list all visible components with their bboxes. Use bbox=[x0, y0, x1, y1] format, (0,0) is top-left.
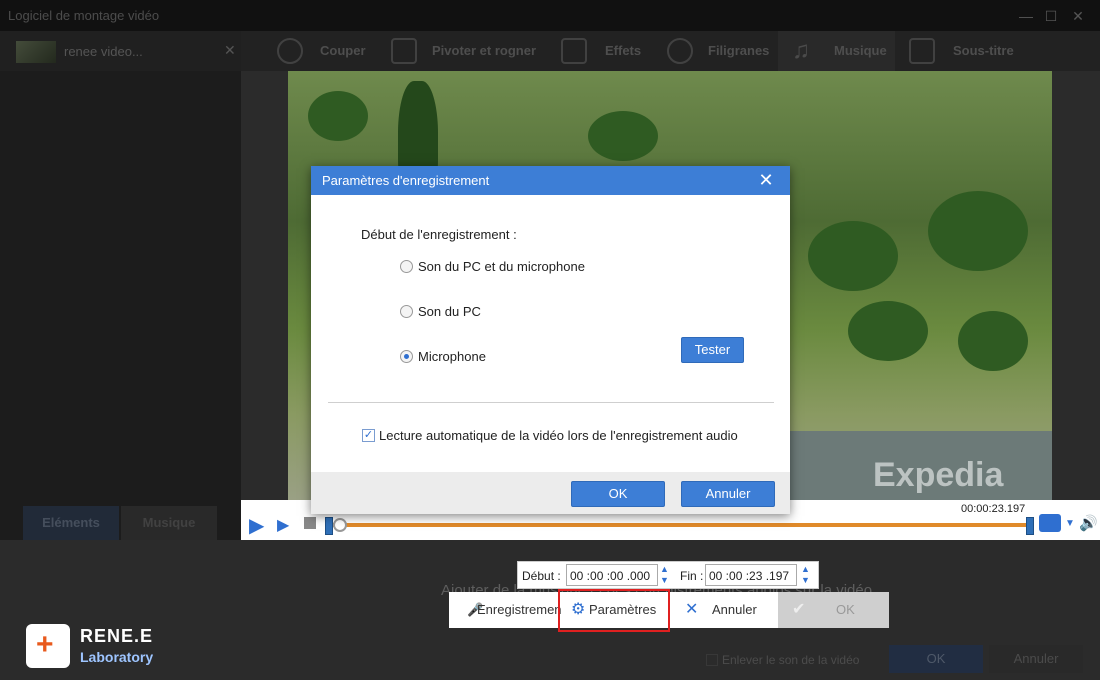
radio-label: Microphone bbox=[418, 349, 486, 364]
checkmark-icon: ✓ bbox=[362, 429, 375, 442]
test-button[interactable]: Tester bbox=[681, 337, 744, 363]
radio-label: Son du PC et du microphone bbox=[418, 259, 585, 274]
recording-settings-dialog: Paramètres d'enregistrement ✕ Début de l… bbox=[311, 166, 790, 514]
dialog-header: Paramètres d'enregistrement ✕ bbox=[311, 166, 790, 195]
radio-label: Son du PC bbox=[418, 304, 481, 319]
section-label: Début de l'enregistrement : bbox=[361, 227, 517, 242]
dialog-title: Paramètres d'enregistrement bbox=[322, 173, 490, 188]
autoplay-label: Lecture automatique de la vidéo lors de … bbox=[379, 428, 738, 443]
radio-icon bbox=[400, 305, 413, 318]
divider bbox=[328, 402, 774, 403]
radio-selected-icon bbox=[400, 350, 413, 363]
dialog-cancel-button[interactable]: Annuler bbox=[681, 481, 775, 507]
dialog-close-icon[interactable]: ✕ bbox=[755, 169, 777, 191]
dialog-ok-button[interactable]: OK bbox=[571, 481, 665, 507]
radio-icon bbox=[400, 260, 413, 273]
